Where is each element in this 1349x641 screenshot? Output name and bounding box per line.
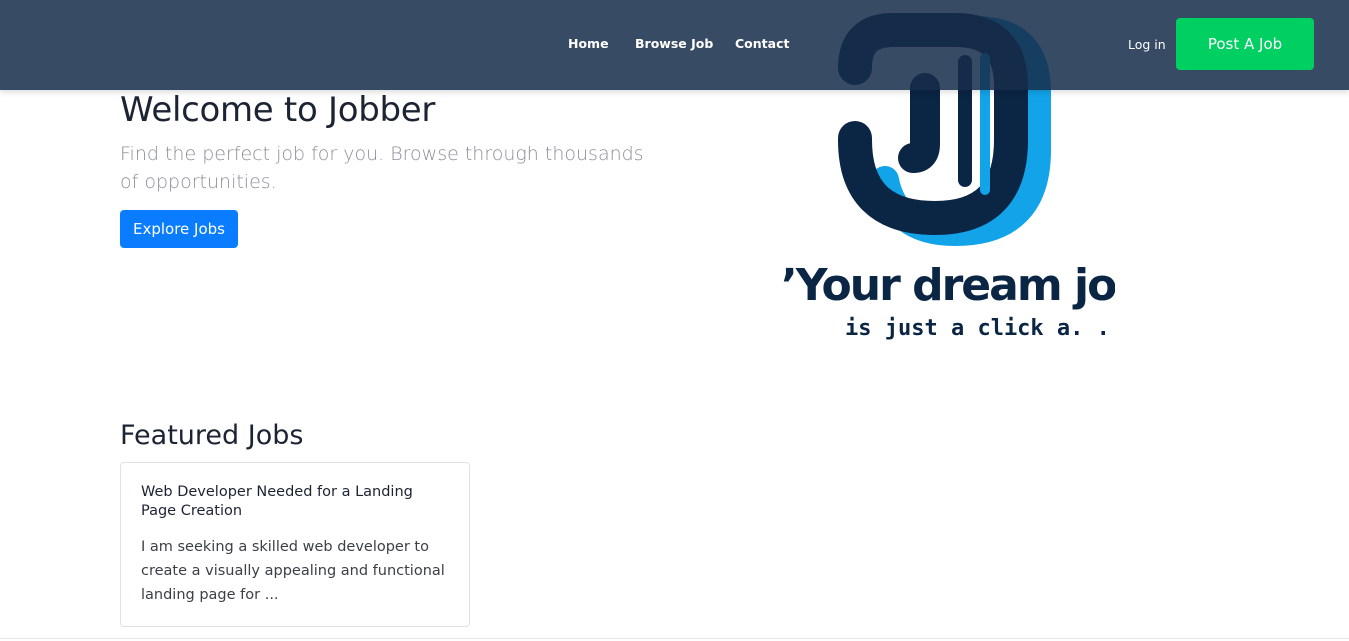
post-job-button[interactable]: Post A Job [1176,18,1314,70]
logo-tagline-line1: ’Your dream job [781,260,1115,311]
job-card[interactable]: Web Developer Needed for a Landing Page … [120,462,470,627]
job-description: I am seeking a skilled web developer to … [141,539,445,603]
job-title[interactable]: Web Developer Needed for a Landing Page … [141,483,449,521]
hero-section: Welcome to Jobber Find the perfect job f… [120,88,680,248]
navbar: Home Browse Job Contact Log in Post A Jo… [0,0,1349,90]
explore-jobs-button[interactable]: Explore Jobs [120,210,238,248]
nav-contact-link[interactable]: Contact [735,36,789,51]
hero-subtitle: Find the perfect job for you. Browse thr… [120,143,644,193]
logo-tagline-line2: is just a click a. . [845,316,1110,341]
hero-title: Welcome to Jobber [120,90,436,130]
login-link[interactable]: Log in [1128,37,1166,52]
nav-home-link[interactable]: Home [568,36,609,51]
featured-jobs-heading: Featured Jobs [120,420,304,451]
divider [0,638,1349,639]
nav-browse-job-link[interactable]: Browse Job [635,36,713,51]
